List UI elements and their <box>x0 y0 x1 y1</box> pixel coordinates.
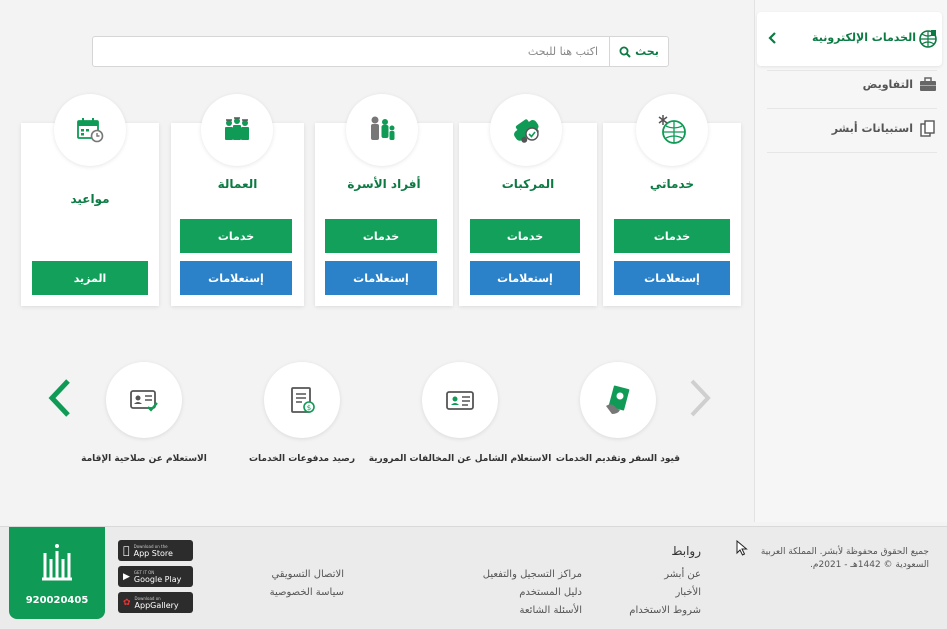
sidebar-item-e-services[interactable]: الخدمات الإلكترونية <box>757 12 942 66</box>
absher-logo-icon <box>42 544 72 581</box>
services-button[interactable]: خدمات <box>180 219 292 253</box>
inquiries-button[interactable]: إستعلامات <box>614 261 730 295</box>
search-button-label: بحث <box>635 45 659 58</box>
documents-icon <box>920 120 935 137</box>
huawei-icon: ✿ <box>123 597 131 608</box>
card-title: العمالة <box>217 177 258 191</box>
inquiries-button[interactable]: إستعلامات <box>325 261 437 295</box>
receipt-icon: $ <box>291 387 315 413</box>
chevron-left-icon[interactable] <box>765 30 781 46</box>
carousel-item-travel-restrictions[interactable] <box>580 362 656 438</box>
workers-icon <box>225 117 249 140</box>
sidebar-item-label: الخدمات الإلكترونية <box>812 31 916 44</box>
id-check-icon <box>130 390 158 412</box>
footer-link[interactable]: سياسة الخصوصية <box>270 587 344 598</box>
carousel-next-arrow-icon[interactable] <box>688 378 714 418</box>
footer-link[interactable]: دليل المستخدم <box>519 587 582 598</box>
sidebar-item-surveys[interactable]: استبيانات أبشر <box>771 118 941 142</box>
card-title: أفراد الأسرة <box>347 177 421 191</box>
search-bar: بحث <box>92 36 669 67</box>
store-big-text: Google Play <box>133 574 182 584</box>
mouse-cursor-icon <box>736 540 748 556</box>
carousel-item-traffic-violations[interactable] <box>422 362 498 438</box>
briefcase-icon <box>920 77 936 91</box>
divider <box>767 152 937 153</box>
passport-icon <box>606 385 630 414</box>
globe-icon <box>919 30 937 48</box>
footer-link[interactable]: الاتصال التسويقي <box>271 569 344 580</box>
carousel-item-label[interactable]: الاستعلام عن صلاحية الإقامة <box>49 452 239 466</box>
calendar-icon <box>77 118 104 143</box>
search-icon <box>619 46 631 58</box>
apple-icon:  <box>123 544 130 557</box>
store-big-text: AppGallery <box>134 600 179 610</box>
card-title: خدماتي <box>649 177 695 191</box>
brand-phone-number: 920020405 <box>25 595 89 606</box>
family-icon <box>371 116 395 140</box>
card-icon-circle <box>346 94 418 166</box>
sidebar: الخدمات الإلكترونية التفاويض استبيانات أ… <box>754 0 947 522</box>
absher-brand-badge[interactable]: 920020405 <box>9 527 105 619</box>
more-button[interactable]: المزيد <box>32 261 148 295</box>
card-title: مواعيد <box>70 192 110 206</box>
app-gallery-badge[interactable]: ✿ Download on AppGallery <box>118 592 193 613</box>
google-play-badge[interactable]: ▶ GET IT ON Google Play <box>118 566 193 587</box>
footer-link[interactable]: مراكز التسجيل والتفعيل <box>483 569 582 580</box>
divider <box>767 70 937 71</box>
footer-link[interactable]: الأخبار <box>675 587 701 598</box>
services-button[interactable]: خدمات <box>470 219 580 253</box>
carousel-prev-arrow-icon[interactable] <box>46 378 72 418</box>
app-store-badge[interactable]:  Download on theApp Store <box>118 540 193 561</box>
sidebar-item-label: استبيانات أبشر <box>831 122 913 135</box>
services-button[interactable]: خدمات <box>614 219 730 253</box>
sidebar-item-label: التفاويض <box>862 78 913 91</box>
divider <box>767 108 937 109</box>
card-icon-circle <box>490 94 562 166</box>
svg-text:$: $ <box>307 404 311 412</box>
card-icon-circle <box>636 94 708 166</box>
play-icon: ▶ <box>123 571 130 582</box>
inquiries-button[interactable]: إستعلامات <box>180 261 292 295</box>
card-icon-circle <box>201 94 273 166</box>
store-small-text: Download on the <box>127 543 168 549</box>
card-title: المركبات <box>501 177 555 191</box>
store-big-text: App Store <box>127 548 173 558</box>
card-icon-circle <box>54 94 126 166</box>
footer-link[interactable]: الأسئلة الشائعة <box>520 605 583 616</box>
footer: 920020405  Download on theApp Store ▶ G… <box>0 526 947 629</box>
inquiries-button[interactable]: إستعلامات <box>470 261 580 295</box>
footer-link[interactable]: شروط الاستخدام <box>629 605 701 616</box>
id-card-icon <box>446 391 474 410</box>
vehicle-icon <box>514 119 539 143</box>
carousel-item-iqama-validity[interactable] <box>106 362 182 438</box>
sidebar-item-delegations[interactable]: التفاويض <box>771 74 941 98</box>
globe-icon <box>658 115 686 144</box>
footer-links-heading: روابط <box>671 544 701 558</box>
search-button[interactable]: بحث <box>609 37 668 66</box>
search-input[interactable] <box>108 37 608 66</box>
services-button[interactable]: خدمات <box>325 219 437 253</box>
copyright-text: جميع الحقوق محفوظة لأبشر. المملكة العربي… <box>760 547 929 570</box>
carousel-item-payments-balance[interactable]: $ <box>264 362 340 438</box>
footer-link[interactable]: عن أبشر <box>664 569 701 580</box>
